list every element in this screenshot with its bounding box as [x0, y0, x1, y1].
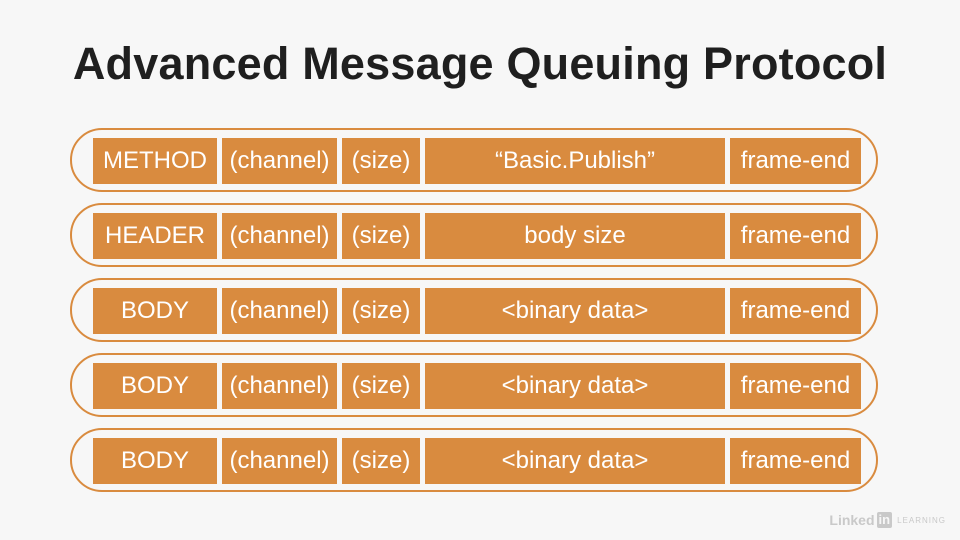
body-frame: BODY (channel) (size) <binary data> fram… — [70, 278, 878, 342]
payload-field: <binary data> — [425, 438, 725, 484]
frame-end-field: frame-end — [730, 288, 861, 334]
size-field: (size) — [342, 288, 420, 334]
channel-field: (channel) — [222, 438, 337, 484]
header-frame: HEADER (channel) (size) body size frame-… — [70, 203, 878, 267]
linkedin-learning-watermark: Linked in LEARNING — [829, 512, 946, 528]
slide-title: Advanced Message Queuing Protocol — [72, 38, 888, 89]
frame-end-field: frame-end — [730, 138, 861, 184]
channel-field: (channel) — [222, 138, 337, 184]
watermark-brand: Linked — [829, 512, 875, 528]
frame-type: METHOD — [93, 138, 217, 184]
frame-type: BODY — [93, 363, 217, 409]
body-frame: BODY (channel) (size) <binary data> fram… — [70, 428, 878, 492]
frame-end-field: frame-end — [730, 213, 861, 259]
body-frame: BODY (channel) (size) <binary data> fram… — [70, 353, 878, 417]
frame-type: BODY — [93, 438, 217, 484]
channel-field: (channel) — [222, 363, 337, 409]
payload-field: “Basic.Publish” — [425, 138, 725, 184]
channel-field: (channel) — [222, 288, 337, 334]
size-field: (size) — [342, 438, 420, 484]
frame-end-field: frame-end — [730, 438, 861, 484]
payload-field: <binary data> — [425, 363, 725, 409]
frame-end-field: frame-end — [730, 363, 861, 409]
size-field: (size) — [342, 363, 420, 409]
linkedin-in-icon: in — [876, 512, 893, 528]
size-field: (size) — [342, 213, 420, 259]
size-field: (size) — [342, 138, 420, 184]
frame-type: HEADER — [93, 213, 217, 259]
frame-list: METHOD (channel) (size) “Basic.Publish” … — [70, 128, 878, 503]
channel-field: (channel) — [222, 213, 337, 259]
frame-type: BODY — [93, 288, 217, 334]
payload-field: body size — [425, 213, 725, 259]
method-frame: METHOD (channel) (size) “Basic.Publish” … — [70, 128, 878, 192]
watermark-suffix: LEARNING — [897, 515, 946, 525]
payload-field: <binary data> — [425, 288, 725, 334]
